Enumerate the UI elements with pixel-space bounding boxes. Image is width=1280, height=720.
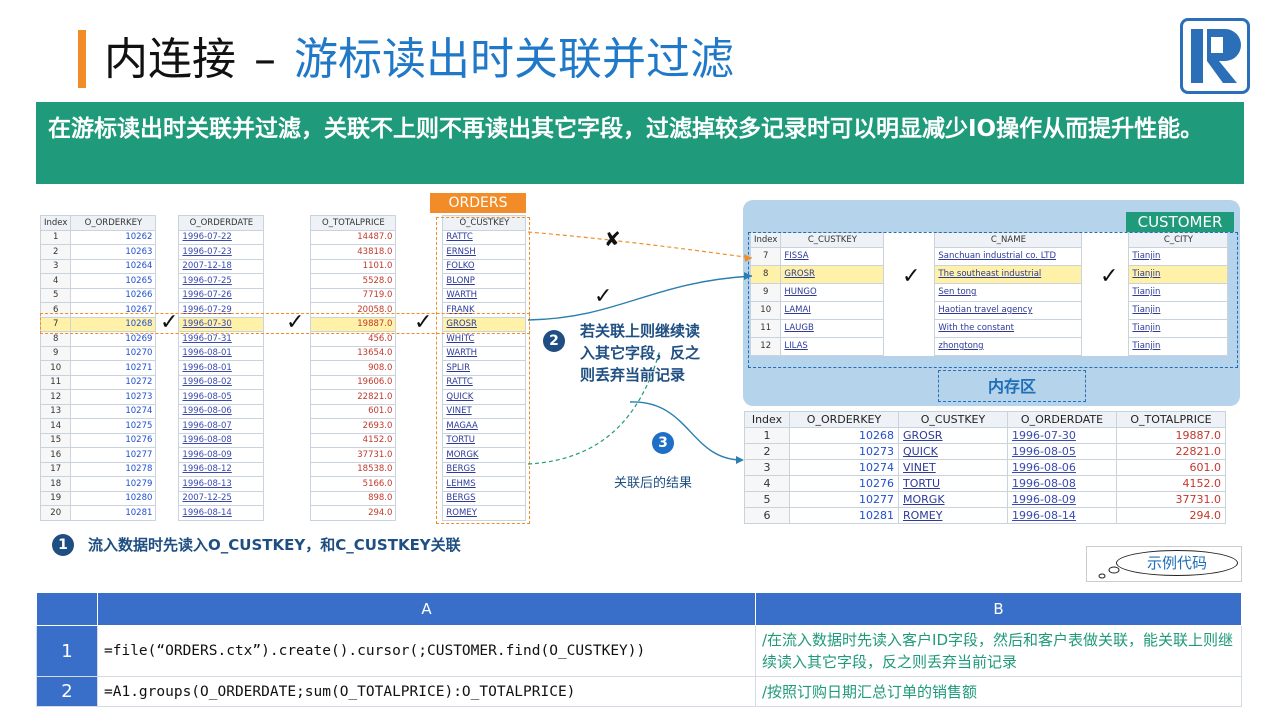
result-row: 3 10274 VINET 1996-08-06 601.0 [744,459,1226,476]
result-cell: 601.0 [1116,459,1226,476]
result-header: O_ORDERKEY [789,411,899,428]
code-cell-a2[interactable]: =A1.groups(O_ORDERDATE;sum(O_TOTALPRICE)… [97,676,756,707]
result-cell: 294.0 [1116,507,1226,524]
result-cell: 1996-08-09 [1007,491,1117,508]
result-cell: 10274 [789,459,899,476]
step-3-badge: 3 [652,432,674,454]
result-cell: 1996-07-30 [1007,427,1117,444]
result-cell: 5 [744,491,790,508]
result-cell: 37731.0 [1116,491,1226,508]
code-row-number[interactable]: 2 [36,676,98,707]
result-row: 1 10268 GROSR 1996-07-30 19887.0 [744,427,1226,444]
result-cell: 10281 [789,507,899,524]
step-3-text: 关联后的结果 [614,476,693,491]
result-row: 2 10273 QUICK 1996-08-05 22821.0 [744,443,1226,460]
result-cell: 4 [744,475,790,492]
code-grid: A B 1 =file(“ORDERS.ctx”).create().curso… [36,592,1242,707]
result-header: Index [744,411,790,428]
result-header: O_TOTALPRICE [1116,411,1226,428]
code-cell-b2[interactable]: /按照订购日期汇总订单的销售额 [755,676,1242,707]
result-cell: TORTU [898,475,1008,492]
result-cell: 2 [744,443,790,460]
result-cell: 10268 [789,427,899,444]
sample-code-label: 示例代码 [1116,550,1238,576]
step-2-badge: 2 [543,330,565,352]
result-cell: 1996-08-08 [1007,475,1117,492]
result-cell: 4152.0 [1116,475,1226,492]
result-header: O_ORDERDATE [1007,411,1117,428]
thought-bubble-icon [1098,566,1120,579]
result-table: Index O_ORDERKEY O_CUSTKEY O_ORDERDATE O… [744,411,1226,524]
result-row: 6 10281 ROMEY 1996-08-14 294.0 [744,507,1226,524]
result-row: 5 10277 MORGK 1996-08-09 37731.0 [744,491,1226,508]
code-header-corner [36,592,98,626]
result-cell: 1996-08-14 [1007,507,1117,524]
code-header-b[interactable]: B [755,592,1242,626]
result-header: O_CUSTKEY [898,411,1008,428]
result-cell: 22821.0 [1116,443,1226,460]
check-mark-icon: ✓ [594,284,613,309]
result-cell: QUICK [898,443,1008,460]
result-cell: 6 [744,507,790,524]
result-cell: ROMEY [898,507,1008,524]
result-cell: 1 [744,427,790,444]
result-row: 4 10276 TORTU 1996-08-08 4152.0 [744,475,1226,492]
step-2-line: 若关联上则继续读 [580,322,701,340]
code-cell-b1[interactable]: /在流入数据时先读入客户ID字段，然后和客户表做关联，能关联上则继续读入其它字段… [755,625,1242,677]
result-cell: GROSR [898,427,1008,444]
step-1-badge: 1 [52,534,74,556]
result-cell: 3 [744,459,790,476]
result-cell: MORGK [898,491,1008,508]
result-cell: VINET [898,459,1008,476]
result-cell: 19887.0 [1116,427,1226,444]
result-cell: 1996-08-05 [1007,443,1117,460]
step-2-line: 入其它字段，反之 [580,344,701,362]
result-cell: 1996-08-06 [1007,459,1117,476]
code-header-a[interactable]: A [97,592,756,626]
code-cell-a1[interactable]: =file(“ORDERS.ctx”).create().cursor(;CUS… [97,625,756,677]
step-2-line: 则丢弃当前记录 [580,366,686,384]
result-cell: 10273 [789,443,899,460]
code-row-number[interactable]: 1 [36,625,98,677]
result-cell: 10276 [789,475,899,492]
cross-mark-icon: ✘ [604,227,621,251]
step-1-text: 流入数据时先读入O_CUSTKEY，和C_CUSTKEY关联 [88,536,461,554]
step-2-text: 若关联上则继续读 入其它字段，反之 则丢弃当前记录 [580,320,700,386]
result-table-wrap: Index O_ORDERKEY O_CUSTKEY O_ORDERDATE O… [744,411,1226,524]
result-cell: 10277 [789,491,899,508]
